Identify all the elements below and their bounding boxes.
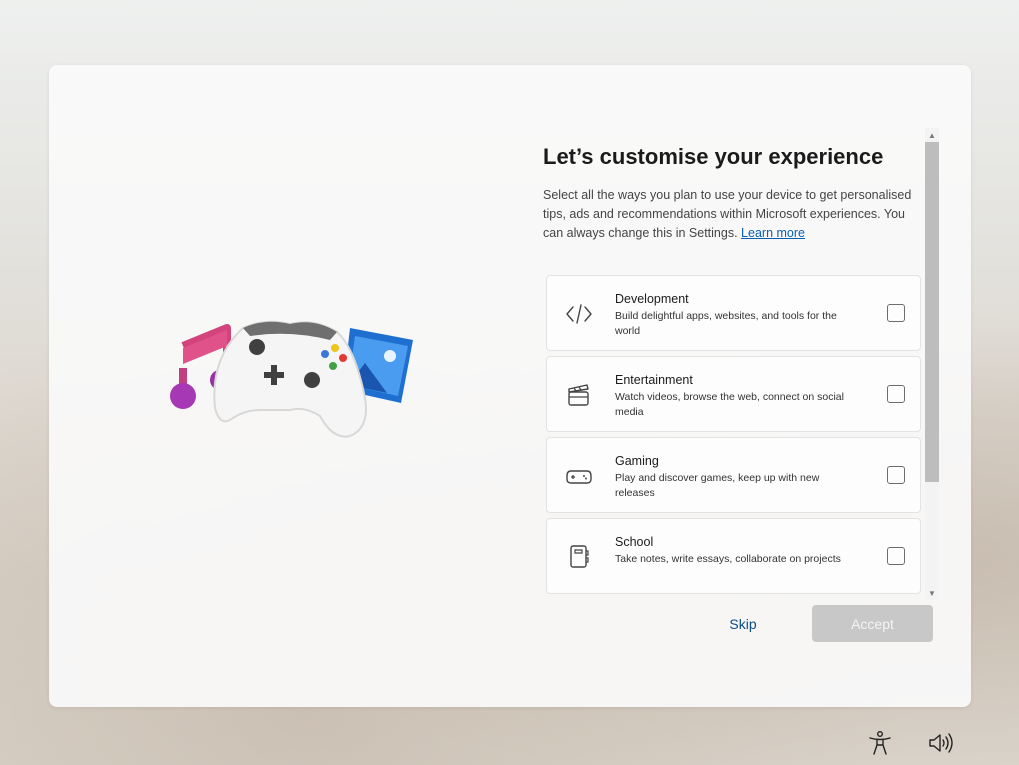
scroll-down-icon[interactable]: ▼ (925, 586, 939, 600)
accept-button[interactable]: Accept (812, 605, 933, 642)
hero-illustration (170, 320, 413, 438)
option-title: School (615, 535, 654, 549)
option-entertainment[interactable]: Entertainment Watch videos, browse the w… (546, 356, 921, 432)
option-title: Development (615, 292, 689, 306)
option-title: Gaming (615, 454, 659, 468)
skip-button[interactable]: Skip (700, 605, 786, 642)
option-description: Take notes, write essays, collaborate on… (615, 553, 841, 565)
clapperboard-icon (568, 384, 589, 406)
options-list: Development Build delightful apps, websi… (546, 275, 921, 599)
page-title: Let’s customise your experience (543, 144, 884, 169)
scroll-up-icon[interactable]: ▲ (925, 128, 939, 142)
accessibility-icon[interactable] (867, 730, 893, 756)
option-gaming[interactable]: Gaming Play and discover games, keep up … (546, 437, 921, 513)
option-description: Build delightful apps, websites, and too… (615, 310, 837, 337)
school-checkbox[interactable] (887, 547, 905, 565)
option-development[interactable]: Development Build delightful apps, websi… (546, 275, 921, 351)
option-title: Entertainment (615, 373, 693, 387)
option-description: Watch videos, browse the web, connect on… (615, 391, 844, 418)
gaming-checkbox[interactable] (887, 466, 905, 484)
learn-more-link[interactable]: Learn more (741, 226, 805, 240)
scrollbar-thumb[interactable] (925, 142, 939, 482)
customise-panel: Let’s customise your experience Select a… (543, 130, 923, 600)
game-controller-icon (213, 320, 367, 438)
page-description: Select all the ways you plan to use your… (543, 188, 912, 240)
option-school[interactable]: School Take notes, write essays, collabo… (546, 518, 921, 594)
volume-icon[interactable] (928, 730, 954, 756)
entertainment-checkbox[interactable] (887, 385, 905, 403)
development-checkbox[interactable] (887, 304, 905, 322)
options-scrollbar[interactable]: ▲ ▼ (925, 128, 939, 600)
gamepad-icon (566, 470, 592, 484)
code-icon (566, 304, 592, 324)
notebook-icon (570, 545, 589, 568)
option-description: Play and discover games, keep up with ne… (615, 472, 820, 499)
